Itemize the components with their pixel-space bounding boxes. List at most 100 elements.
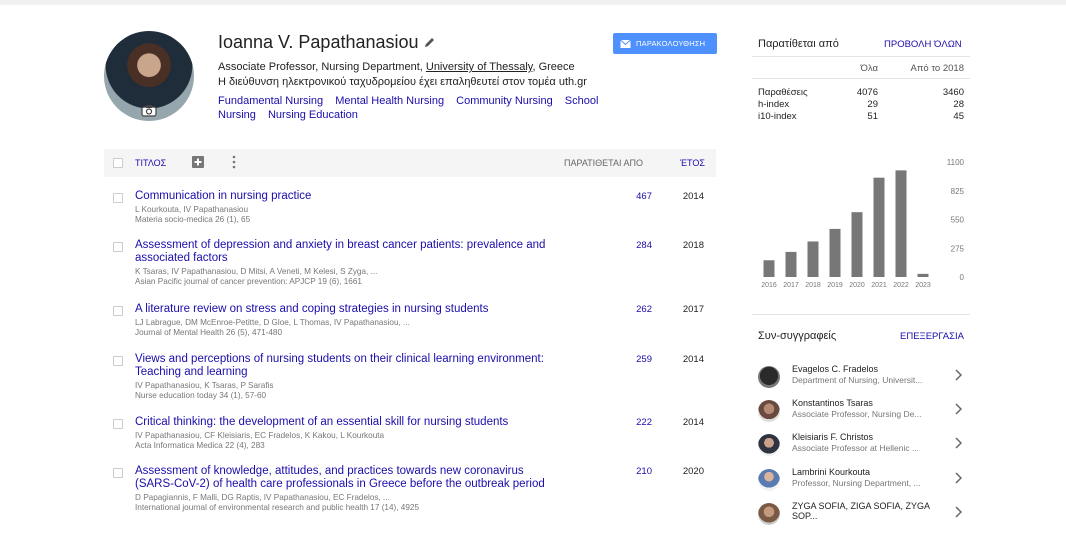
article-year: 2020 xyxy=(682,466,704,477)
article-checkbox[interactable] xyxy=(113,419,123,429)
article-title[interactable]: Assessment of knowledge, attitudes, and … xyxy=(135,465,565,491)
article-title[interactable]: Critical thinking: the development of an… xyxy=(135,416,565,429)
y-tick-label: 550 xyxy=(951,216,965,225)
metric-since: 28 xyxy=(953,99,964,110)
coauthor-item[interactable]: Kleisiaris F. Christos Associate Profess… xyxy=(752,430,970,464)
article-authors: L Kourkouta, IV Papathanasiou xyxy=(135,205,249,214)
x-tick-label: 2017 xyxy=(783,282,799,289)
x-tick-label: 2018 xyxy=(805,282,821,289)
coauthor-affiliation: Professor, Nursing Department, ... xyxy=(792,478,921,488)
metric-since: 3460 xyxy=(942,87,964,98)
article-authors: K Tsaras, IV Papathanasiou, D Mitsi, A V… xyxy=(135,267,378,276)
article-title[interactable]: Assessment of depression and anxiety in … xyxy=(135,239,565,265)
y-tick-label: 0 xyxy=(960,273,965,282)
citation-bar-2016[interactable] xyxy=(763,260,775,277)
citation-bar-2023[interactable] xyxy=(917,273,929,277)
col-since-header: Από το 2018 xyxy=(910,63,965,74)
camera-icon[interactable] xyxy=(141,104,157,117)
article-checkbox[interactable] xyxy=(113,306,123,316)
metric-all: 51 xyxy=(867,111,878,122)
y-tick-label: 275 xyxy=(951,244,965,253)
articles-table-header: ΤΙΤΛΟΣ ΠΑΡΑΤΙΘΕΤΑΙ ΑΠΟ ΈΤΟΣ xyxy=(104,149,716,177)
interest-link[interactable]: Fundamental Nursing xyxy=(218,95,323,107)
citation-bar-2020[interactable] xyxy=(851,212,863,277)
sort-by-year[interactable]: ΈΤΟΣ xyxy=(680,158,705,168)
article-cited-count[interactable]: 210 xyxy=(614,466,652,477)
more-vert-icon[interactable] xyxy=(232,155,236,169)
article-cited-count[interactable]: 259 xyxy=(614,354,652,365)
metrics-header-row: Όλα Από το 2018 xyxy=(758,63,966,83)
article-cited-count[interactable]: 467 xyxy=(614,191,652,202)
y-tick-label: 825 xyxy=(951,187,965,196)
article-venue: Nurse education today 34 (1), 57-60 xyxy=(135,391,267,400)
article-year: 2014 xyxy=(682,191,704,202)
view-all-link[interactable]: ΠΡΟΒΟΛΗ ΌΛΩΝ xyxy=(884,39,962,50)
select-all-checkbox[interactable] xyxy=(113,158,123,168)
citations-bar-chart: 1100 825 550 275 0 2016 2017 2018 2019 2020 2021 20… xyxy=(761,158,965,289)
article-checkbox[interactable] xyxy=(113,468,123,478)
research-interests: Fundamental Nursing Mental Health Nursin… xyxy=(218,94,648,122)
university-link[interactable]: University of Thessaly xyxy=(426,61,533,73)
pencil-icon[interactable] xyxy=(423,36,436,49)
citation-bar-2017[interactable] xyxy=(785,251,797,277)
coauthor-item[interactable]: Konstantinos Tsaras Associate Professor,… xyxy=(752,396,970,430)
affiliation-text: Associate Professor, Nursing Department, xyxy=(218,61,426,73)
coauthor-name: Konstantinos Tsaras xyxy=(792,398,873,408)
chevron-right-icon xyxy=(955,369,962,381)
article-title[interactable]: A literature review on stress and coping… xyxy=(135,303,565,316)
interest-link[interactable]: Mental Health Nursing xyxy=(335,95,444,107)
follow-button[interactable]: ΠΑΡΑΚΟΛΟΥΘΗΣΗ xyxy=(613,33,717,54)
chevron-right-icon xyxy=(955,506,962,518)
sort-by-title[interactable]: ΤΙΤΛΟΣ xyxy=(135,158,166,168)
x-tick-label: 2021 xyxy=(871,282,887,289)
article-venue: Asian Pacific journal of cancer preventi… xyxy=(135,277,362,286)
article-authors: IV Papathanasiou, K Tsaras, P Sarafis xyxy=(135,381,274,390)
divider xyxy=(752,314,970,315)
x-tick-label: 2016 xyxy=(761,282,777,289)
edit-coauthors-link[interactable]: ΕΠΕΞΕΡΓΑΣΙΑ xyxy=(900,331,964,342)
coauthor-affiliation: Associate Professor, Nursing De... xyxy=(792,409,922,419)
citation-bar-2021[interactable] xyxy=(873,177,885,277)
coauthor-avatar xyxy=(758,469,780,491)
citation-bar-2018[interactable] xyxy=(807,241,819,277)
article-title[interactable]: Communication in nursing practice xyxy=(135,190,565,203)
citation-bar-2022[interactable] xyxy=(895,170,907,277)
divider xyxy=(752,56,970,57)
metric-label: i10-index xyxy=(758,111,797,122)
article-checkbox[interactable] xyxy=(113,242,123,252)
email-verified-note: Η διεύθυνση ηλεκτρονικού ταχυδρομείου έχ… xyxy=(218,76,587,88)
coauthor-avatar xyxy=(758,434,780,456)
x-tick-label: 2023 xyxy=(915,282,931,289)
metric-label: h-index xyxy=(758,99,790,110)
coauthor-avatar xyxy=(758,366,780,388)
article-venue: Acta Informatica Medica 22 (4), 283 xyxy=(135,441,265,450)
article-cited-count[interactable]: 262 xyxy=(614,304,652,315)
article-authors: D Papagiannis, F Malli, DG Raptis, IV Pa… xyxy=(135,493,390,502)
metric-label: Παραθέσεις xyxy=(758,87,808,98)
citation-bar-2019[interactable] xyxy=(829,228,841,277)
coauthor-item[interactable]: Evagelos C. Fradelos Department of Nursi… xyxy=(752,362,970,396)
add-article-icon[interactable] xyxy=(192,156,204,168)
x-tick-label: 2022 xyxy=(893,282,909,289)
mail-icon xyxy=(620,39,631,48)
cited-by-heading: Παρατίθεται από xyxy=(758,38,839,50)
coauthor-avatar xyxy=(758,503,780,525)
article-cited-count[interactable]: 222 xyxy=(614,417,652,428)
coauthor-item[interactable]: Lambrini Kourkouta Professor, Nursing De… xyxy=(752,465,970,499)
interest-link[interactable]: Nursing Education xyxy=(268,109,358,121)
article-cited-count[interactable]: 284 xyxy=(614,240,652,251)
coauthor-name: ZYGA SOFIA, ZIGA SOFIA, ZYGA SOP... xyxy=(792,501,930,521)
metric-row: h-index 29 28 xyxy=(758,99,966,111)
article-title[interactable]: Views and perceptions of nursing student… xyxy=(135,353,565,379)
y-tick-label: 1100 xyxy=(947,158,965,167)
chevron-right-icon xyxy=(955,437,962,449)
coauthor-name: Evagelos C. Fradelos xyxy=(792,364,879,374)
coauthor-item[interactable]: ZYGA SOFIA, ZIGA SOFIA, ZYGA SOP... xyxy=(752,499,970,533)
metric-since: 45 xyxy=(953,111,964,122)
sort-by-cited[interactable]: ΠΑΡΑΤΙΘΕΤΑΙ ΑΠΟ xyxy=(564,158,643,168)
interest-link[interactable]: Community Nursing xyxy=(456,95,553,107)
article-checkbox[interactable] xyxy=(113,193,123,203)
metric-row: i10-index 51 45 xyxy=(758,111,966,123)
article-year: 2014 xyxy=(682,417,704,428)
article-checkbox[interactable] xyxy=(113,356,123,366)
